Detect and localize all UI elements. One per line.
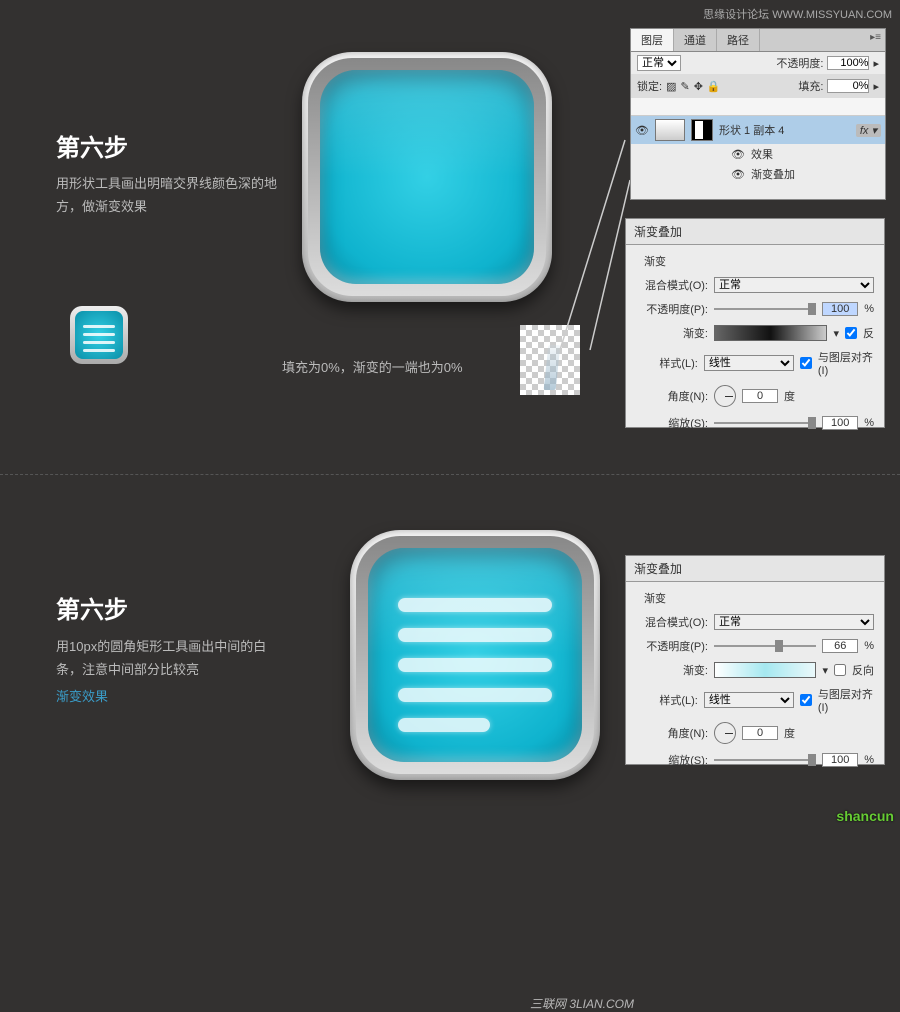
- scale-label: 缩放(S):: [636, 752, 708, 768]
- icon-white-lines: [398, 598, 552, 748]
- layer-row[interactable]: 👁 形状 1 副本 4 fx ▾: [631, 116, 885, 144]
- grad-subheader: 渐变: [636, 588, 874, 610]
- layer-name: 形状 1 副本 4: [719, 122, 784, 138]
- sanlian-watermark: 三联网 3LIAN.COM: [530, 995, 634, 1012]
- blend-row: 正常 不透明度: ▸: [631, 52, 885, 75]
- reverse-label: 反: [863, 325, 874, 341]
- layers-panel: ▸≡ 图层 通道 路径 正常 不透明度: ▸ 锁定: ▨ ✎ ✥ 🔒 填充: ▸…: [630, 28, 886, 200]
- layer-thumb: [655, 119, 685, 141]
- section-step6b: 三联网 3LIAN.COM 第六步 用10px的圆角矩形工具画出中间的白条，注意…: [0, 475, 900, 830]
- fx-badge[interactable]: fx ▾: [856, 124, 881, 137]
- visibility-eye-icon[interactable]: 👁: [635, 124, 649, 137]
- opacity-slider[interactable]: [714, 645, 816, 647]
- tab-channels[interactable]: 通道: [674, 29, 717, 51]
- layer-mask-thumb: [691, 119, 713, 141]
- grad-dropdown-icon[interactable]: ▾: [833, 327, 839, 340]
- big-icon-preview-2: [350, 530, 600, 780]
- gradient-overlay-panel-2: 渐变叠加 渐变 混合模式(O):正常 不透明度(P):66% 渐变:▾反向 样式…: [625, 555, 885, 765]
- opacity-label: 不透明度(P):: [636, 301, 708, 317]
- angle-dial[interactable]: [714, 385, 736, 407]
- blend-label: 混合模式(O):: [636, 277, 708, 293]
- align-checkbox[interactable]: [800, 694, 812, 706]
- lock-row: 锁定: ▨ ✎ ✥ 🔒 填充: ▸: [631, 75, 885, 98]
- opacity-value[interactable]: 66: [822, 639, 858, 653]
- small-reference-icon: [70, 306, 128, 364]
- opacity-input[interactable]: [827, 56, 869, 70]
- reverse-label: 反向: [852, 662, 874, 678]
- lock-move-icon[interactable]: ✥: [694, 80, 703, 93]
- opacity-label: 不透明度:: [776, 55, 823, 71]
- layers-tabs: 图层 通道 路径: [631, 29, 885, 52]
- grad-subheader: 渐变: [636, 251, 874, 273]
- blend-mode-select[interactable]: 正常: [637, 55, 681, 71]
- step-link[interactable]: 渐变效果: [56, 685, 286, 708]
- opacity-arrow-icon[interactable]: ▸: [873, 57, 879, 70]
- fill-arrow-icon[interactable]: ▸: [873, 80, 879, 93]
- style-select[interactable]: 线性: [704, 692, 794, 708]
- step-title-2: 第六步: [56, 590, 128, 625]
- angle-value[interactable]: 0: [742, 389, 778, 403]
- lock-paint-icon[interactable]: ✎: [680, 80, 689, 93]
- align-label: 与图层对齐(I): [818, 686, 874, 714]
- angle-unit: 度: [784, 725, 795, 741]
- tab-paths[interactable]: 路径: [717, 29, 760, 51]
- effects-row[interactable]: 👁效果: [631, 144, 885, 164]
- align-label: 与图层对齐(I): [818, 349, 874, 377]
- angle-label: 角度(N):: [636, 388, 708, 404]
- panel-menu-icon[interactable]: ▸≡: [870, 32, 881, 43]
- fill-label: 填充:: [798, 78, 823, 94]
- shancun-logo: shancun: [836, 808, 894, 824]
- style-label: 样式(L):: [636, 355, 698, 371]
- scale-slider[interactable]: [714, 422, 816, 424]
- grad-header: 渐变叠加: [626, 219, 884, 245]
- angle-label: 角度(N):: [636, 725, 708, 741]
- step-title-1: 第六步: [56, 128, 128, 163]
- scale-label: 缩放(S):: [636, 415, 708, 431]
- gradient-overlay-panel-1: 渐变叠加 渐变 混合模式(O):正常 不透明度(P):100% 渐变:▾反 样式…: [625, 218, 885, 428]
- tab-layers[interactable]: 图层: [631, 29, 674, 51]
- grad-header: 渐变叠加: [626, 556, 884, 582]
- gradient-preview[interactable]: [714, 662, 816, 678]
- angle-unit: 度: [784, 388, 795, 404]
- grad-label: 渐变:: [636, 662, 708, 678]
- grad-dropdown-icon[interactable]: ▾: [822, 664, 828, 677]
- grad-overlay-row[interactable]: 👁渐变叠加: [631, 164, 885, 184]
- blend-label: 混合模式(O):: [636, 614, 708, 630]
- opacity-label: 不透明度(P):: [636, 638, 708, 654]
- style-select[interactable]: 线性: [704, 355, 794, 371]
- step-desc-1: 用形状工具画出明暗交界线颜色深的地方，做渐变效果: [56, 172, 286, 219]
- blend-select[interactable]: 正常: [714, 277, 874, 293]
- lock-transparency-icon[interactable]: ▨: [666, 80, 676, 93]
- scale-slider[interactable]: [714, 759, 816, 761]
- step-desc-2: 用10px的圆角矩形工具画出中间的白条，注意中间部分比较亮: [56, 635, 286, 682]
- grad-label: 渐变:: [636, 325, 708, 341]
- lock-all-icon[interactable]: 🔒: [707, 80, 721, 93]
- scale-value[interactable]: 100: [822, 416, 858, 430]
- align-checkbox[interactable]: [800, 357, 812, 369]
- big-icon-preview-1: [302, 52, 552, 302]
- scale-value[interactable]: 100: [822, 753, 858, 767]
- lock-label: 锁定:: [637, 78, 662, 94]
- style-label: 样式(L):: [636, 692, 698, 708]
- gradient-preview[interactable]: [714, 325, 827, 341]
- blend-select[interactable]: 正常: [714, 614, 874, 630]
- opacity-slider[interactable]: [714, 308, 816, 310]
- reverse-checkbox[interactable]: [834, 664, 846, 676]
- section-step6a: 第六步 用形状工具画出明暗交界线颜色深的地方，做渐变效果 填充为0%，渐变的一端…: [0, 0, 900, 475]
- fill-input[interactable]: [827, 79, 869, 93]
- opacity-value[interactable]: 100: [822, 302, 858, 316]
- reverse-checkbox[interactable]: [845, 327, 857, 339]
- fill-note: 填充为0%，渐变的一端也为0%: [282, 357, 463, 376]
- angle-value[interactable]: 0: [742, 726, 778, 740]
- callout-arrows: [555, 60, 635, 360]
- angle-dial[interactable]: [714, 722, 736, 744]
